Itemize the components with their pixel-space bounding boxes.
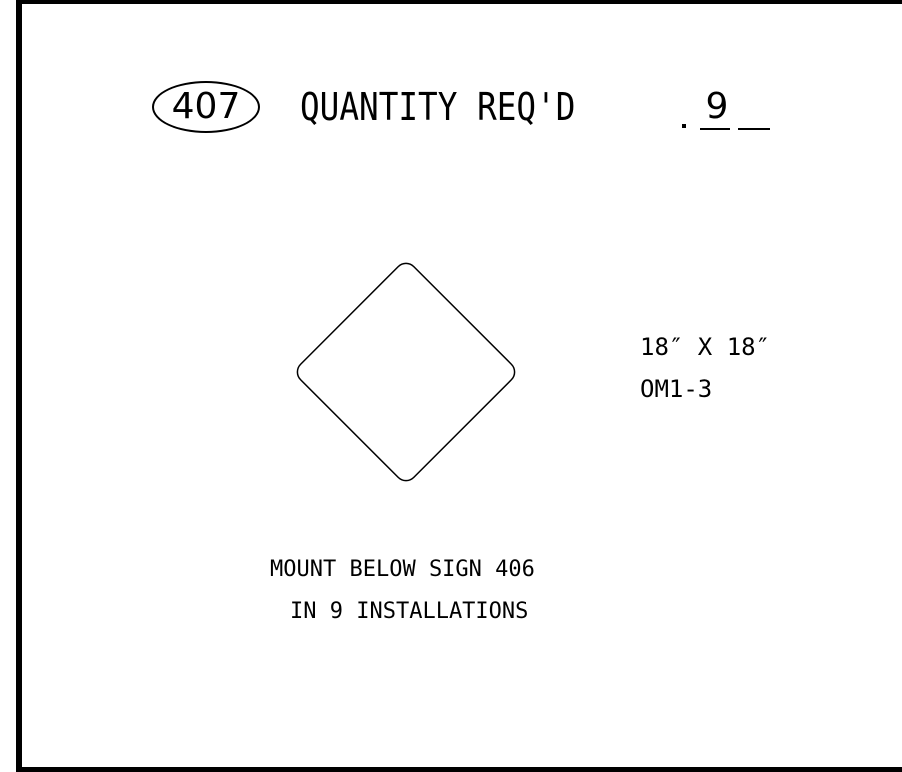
drawing-frame-left-border [16, 0, 22, 772]
quantity-label: QUANTITY REQ'D [300, 85, 576, 129]
sign-code-label: OM1-3 [640, 375, 713, 403]
sign-size-label: 18″ X 18″ [640, 333, 771, 361]
quantity-underline [700, 128, 730, 130]
sign-number: 407 [171, 86, 241, 127]
quantity-blank-underline [738, 128, 770, 130]
mounting-note-line-1: MOUNT BELOW SIGN 406 [270, 557, 535, 582]
diamond-sign-outline [296, 262, 516, 482]
drawing-frame-top-border [16, 0, 902, 4]
quantity-dot [682, 124, 686, 128]
mounting-note-line-2: IN 9 INSTALLATIONS [290, 599, 529, 624]
drawing-frame-bottom-border [16, 767, 902, 772]
quantity-value: 9 [705, 86, 729, 127]
